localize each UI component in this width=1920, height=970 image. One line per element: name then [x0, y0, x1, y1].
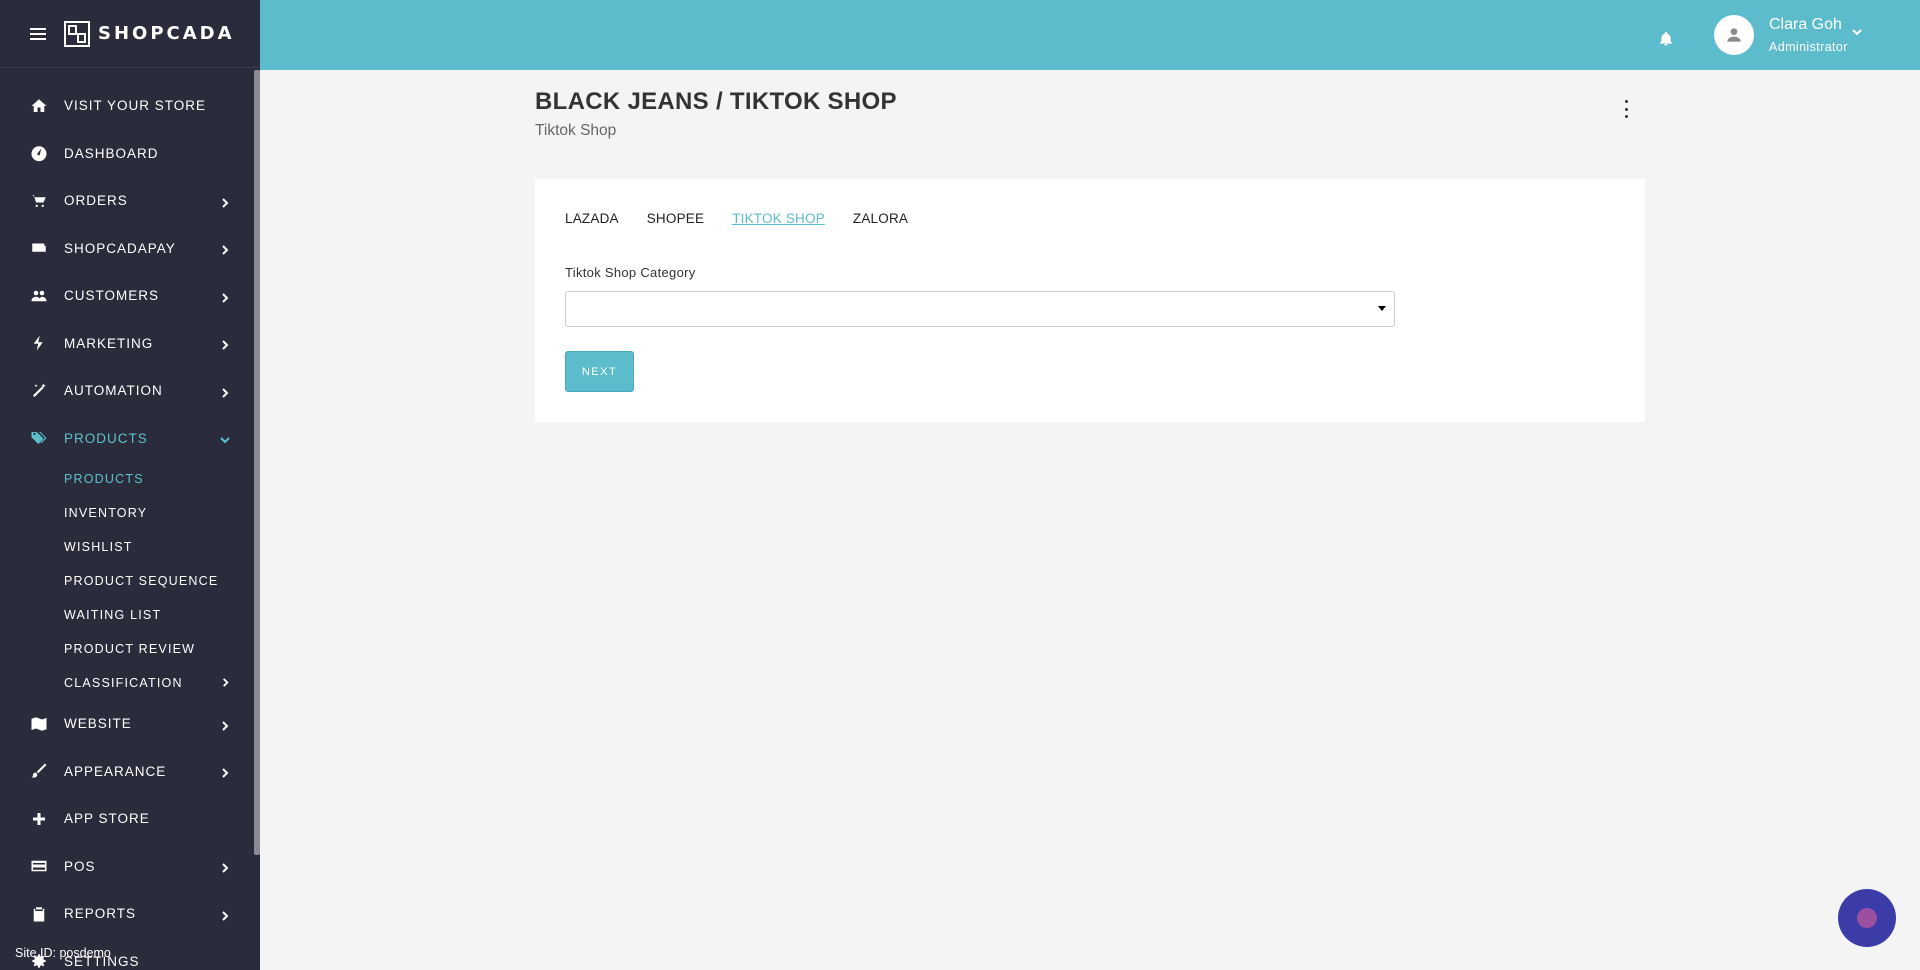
chevron-right-icon: [220, 766, 230, 778]
user-icon: [1727, 28, 1741, 42]
page-title: BLACK JEANS / TIKTOK SHOP: [535, 88, 897, 115]
chevron-right-icon: [220, 719, 230, 731]
clipboard-icon: [30, 905, 48, 923]
sidebar-scrollbar[interactable]: [254, 70, 260, 855]
sidebar-item-website[interactable]: WEBSITE: [0, 700, 260, 748]
sidebar-subitem-wishlist[interactable]: WISHLIST: [0, 530, 260, 564]
bell-icon[interactable]: [1658, 30, 1674, 48]
chevron-right-icon: [221, 676, 230, 690]
sidebar: SHOPCADA VISIT YOUR STORE DASHBOARD ORDE…: [0, 0, 260, 970]
sidebar-item-reports[interactable]: REPORTS: [0, 890, 260, 938]
category-label: Tiktok Shop Category: [565, 265, 696, 280]
sidebar-item-customers[interactable]: CUSTOMERS: [0, 272, 260, 320]
sidebar-item-visit-your-store[interactable]: VISIT YOUR STORE: [0, 82, 260, 130]
tab-zalora[interactable]: ZALORA: [853, 211, 908, 226]
chevron-right-icon: [220, 291, 230, 303]
caret-down-icon: [1378, 306, 1386, 311]
site-id-label: Site ID: posdemo: [15, 946, 111, 960]
shopcada-logo-icon: [64, 20, 90, 47]
cart-icon: [30, 192, 48, 210]
card-icon: [30, 857, 48, 875]
more-options-icon[interactable]: [1620, 100, 1632, 118]
page-subtitle: Tiktok Shop: [535, 122, 617, 139]
chat-widget-button[interactable]: [1838, 889, 1896, 947]
sidebar-subitem-product-sequence[interactable]: PRODUCT SEQUENCE: [0, 564, 260, 598]
chevron-right-icon: [220, 243, 230, 255]
chevron-right-icon: [220, 196, 230, 208]
avatar[interactable]: [1714, 15, 1754, 55]
tab-shopee[interactable]: SHOPEE: [647, 211, 704, 226]
sidebar-item-dashboard[interactable]: DASHBOARD: [0, 130, 260, 178]
bolt-icon: [30, 334, 48, 352]
sidebar-subitem-waiting-list[interactable]: WAITING LIST: [0, 598, 260, 632]
wallet-icon: [30, 239, 48, 257]
sidebar-subitem-classification[interactable]: CLASSIFICATION: [0, 666, 260, 700]
chevron-down-icon: [220, 433, 230, 444]
products-submenu: PRODUCTS INVENTORY WISHLIST PRODUCT SEQU…: [0, 462, 260, 700]
brush-icon: [30, 762, 48, 780]
tags-icon: [30, 429, 48, 447]
brand-name: SHOPCADA: [98, 23, 235, 44]
sidebar-item-pos[interactable]: POS: [0, 843, 260, 891]
sidebar-item-marketing[interactable]: MARKETING: [0, 320, 260, 368]
marketplace-tabs: LAZADA SHOPEE TIKTOK SHOP ZALORA: [565, 211, 936, 226]
category-select[interactable]: [565, 291, 1395, 327]
dashboard-icon: [30, 144, 48, 162]
chat-icon: [1857, 908, 1877, 928]
sidebar-subitem-inventory[interactable]: INVENTORY: [0, 496, 260, 530]
sidebar-subitem-products[interactable]: PRODUCTS: [0, 462, 260, 496]
user-role: Administrator: [1769, 40, 1848, 54]
sidebar-item-orders[interactable]: ORDERS: [0, 177, 260, 225]
marketplace-card: LAZADA SHOPEE TIKTOK SHOP ZALORA Tiktok …: [535, 179, 1645, 422]
sidebar-subitem-product-review[interactable]: PRODUCT REVIEW: [0, 632, 260, 666]
users-icon: [30, 287, 48, 305]
chevron-right-icon: [220, 386, 230, 398]
sidebar-item-automation[interactable]: AUTOMATION: [0, 367, 260, 415]
next-button[interactable]: NEXT: [565, 351, 634, 392]
sidebar-item-products[interactable]: PRODUCTS: [0, 415, 260, 463]
hamburger-icon[interactable]: [30, 27, 46, 41]
chevron-right-icon: [220, 909, 230, 921]
plus-icon: [30, 810, 48, 828]
sidebar-item-app-store[interactable]: APP STORE: [0, 795, 260, 843]
sidebar-nav: VISIT YOUR STORE DASHBOARD ORDERS SHOPCA…: [0, 68, 260, 970]
map-icon: [30, 715, 48, 733]
sidebar-item-appearance[interactable]: APPEARANCE: [0, 748, 260, 796]
brand-header: SHOPCADA: [0, 0, 260, 68]
chevron-right-icon: [220, 338, 230, 350]
user-name[interactable]: Clara Goh: [1769, 16, 1842, 34]
tab-lazada[interactable]: LAZADA: [565, 211, 619, 226]
chevron-down-icon[interactable]: [1852, 24, 1862, 36]
wand-icon: [30, 382, 48, 400]
chevron-right-icon: [220, 861, 230, 873]
sidebar-item-shopcadapay[interactable]: SHOPCADAPAY: [0, 225, 260, 273]
tab-tiktok-shop[interactable]: TIKTOK SHOP: [732, 211, 825, 226]
home-icon: [30, 97, 48, 115]
